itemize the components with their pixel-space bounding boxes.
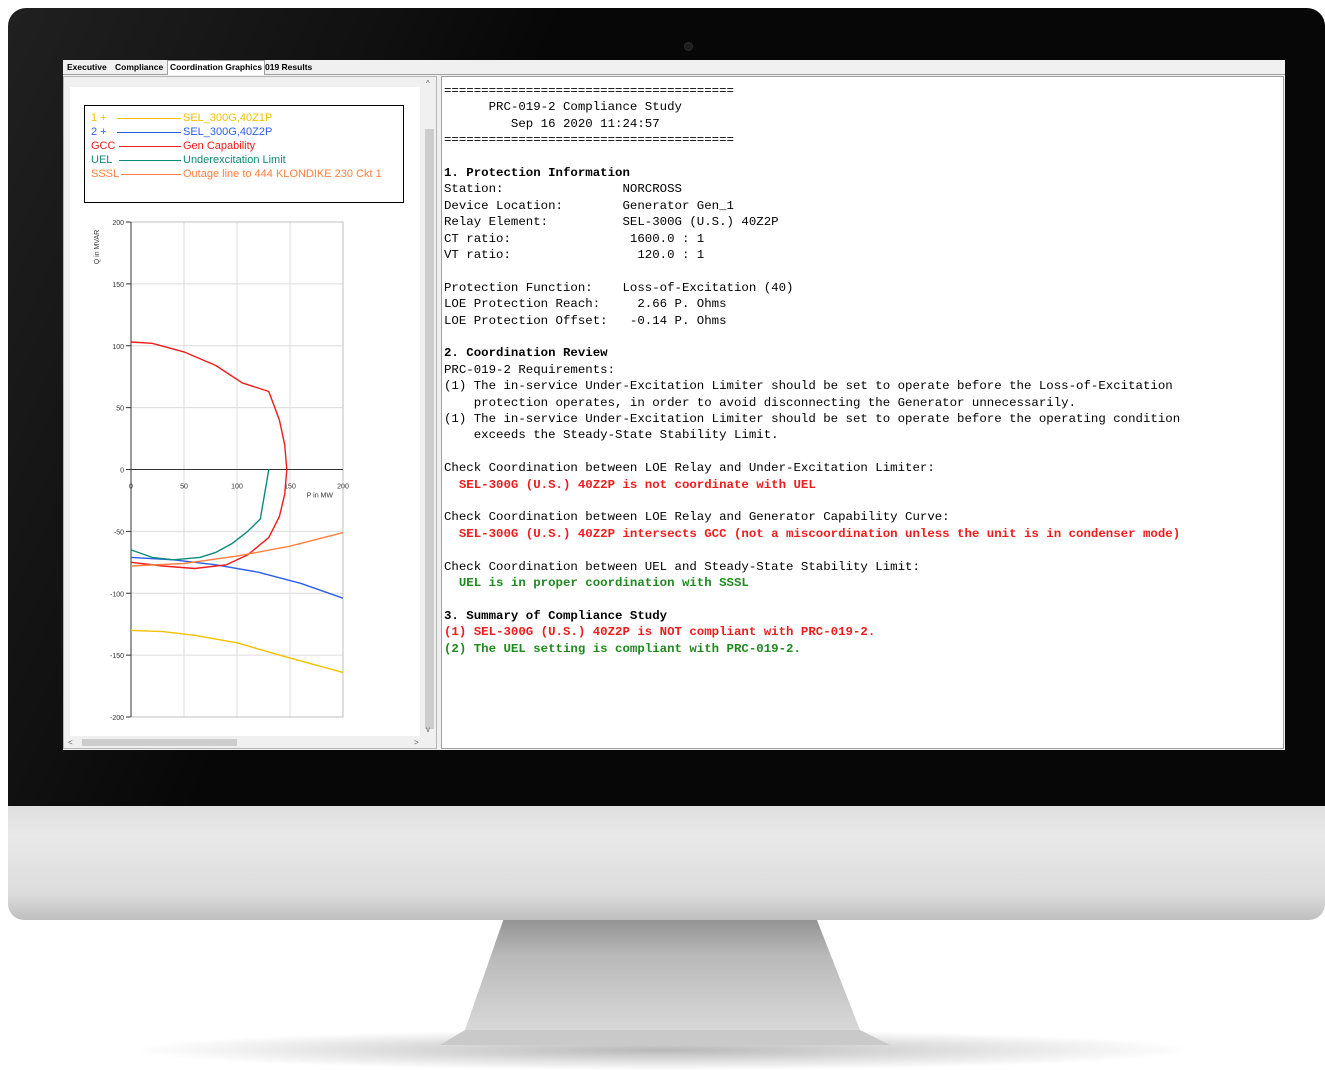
scroll-up-icon[interactable]: ^ (426, 79, 430, 89)
report-line: Sep 16 2020 11:24:57 (444, 116, 660, 131)
report-line: Check Coordination between UEL and Stead… (444, 559, 920, 574)
report-line: Protection Function: Loss-of-Excitation … (444, 280, 794, 295)
report-line: (1) The in-service Under-Excitation Limi… (444, 412, 1181, 426)
horizontal-scroll-thumb[interactable] (82, 739, 237, 746)
report-line: (2) The UEL setting is compliant with PR… (444, 641, 801, 656)
report-line: PRC-019-2 Requirements: (444, 362, 616, 377)
report-line: ======================================= (444, 133, 734, 148)
report-line: ======================================= (444, 84, 734, 98)
report-line: LOE Protection Offset: -0.14 P. Ohms (444, 313, 727, 328)
legend-key: SSSL (91, 168, 120, 180)
app-screen: Executive Compliance Coordination Graphi… (63, 60, 1285, 750)
camera-icon (684, 42, 693, 51)
y-tick-label: 50 (116, 406, 124, 413)
y-axis-label: Q in MVAR (94, 230, 101, 265)
scroll-right-icon[interactable]: > (414, 738, 419, 748)
report-line: Check Coordination between LOE Relay and… (444, 510, 950, 525)
report-line: SEL-300G (U.S.) 40Z2P is not coordinate … (444, 477, 816, 492)
report-line: Check Coordination between LOE Relay and… (444, 461, 935, 476)
tab-coordination-graphics[interactable]: Coordination Graphics (167, 60, 266, 75)
report-line: protection operates, in order to avoid d… (444, 395, 1077, 410)
report-line: SEL-300G (U.S.) 40Z2P intersects GCC (no… (444, 526, 1181, 541)
legend-swatch (117, 118, 181, 119)
report-line: LOE Protection Reach: 2.66 P. Ohms (444, 297, 727, 312)
vertical-scroll-thumb[interactable] (425, 129, 434, 729)
scroll-down-icon[interactable]: v (426, 725, 430, 735)
legend-label: SEL_300G,40Z1P (183, 112, 273, 124)
report-line: (1) SEL-300G (U.S.) 40Z2P is NOT complia… (444, 625, 876, 640)
tab-019-results[interactable]: 019 Results (263, 61, 314, 74)
legend-label: SEL_300G,40Z2P (183, 126, 273, 138)
report-line: 3. Summary of Compliance Study (444, 608, 668, 623)
report-line: Station: NORCROSS (444, 182, 682, 197)
legend-entry: GCC Gen Capability (91, 139, 401, 153)
report-line: 2. Coordination Review (444, 346, 608, 361)
series-uel-line (130, 469, 270, 561)
report-line: PRC-019-2 Compliance Study (444, 100, 682, 115)
legend-key: 1 + (91, 112, 107, 124)
y-tick-label: 100 (112, 344, 124, 351)
x-tick-label: 50 (180, 484, 188, 491)
legend-label: Outage line to 444 KLONDIKE 230 Ckt 1 (183, 168, 382, 180)
tab-compliance[interactable]: Compliance (113, 61, 165, 74)
legend-entry: SSSL Outage line to 444 KLONDIKE 230 Ckt… (91, 167, 401, 181)
y-tick-label: 200 (112, 220, 124, 227)
legend-key: GCC (91, 140, 116, 152)
legend-entry: 1 + SEL_300G,40Z1P (91, 111, 401, 125)
tab-executive[interactable]: Executive (65, 61, 109, 74)
report-line: 1. Protection Information (444, 166, 630, 180)
scroll-left-icon[interactable]: < (68, 738, 73, 748)
y-tick-label: -150 (110, 653, 124, 660)
legend-entry: 2 + SEL_300G,40Z2P (91, 125, 401, 139)
y-tick-label: -200 (110, 715, 124, 722)
legend-swatch (119, 146, 181, 147)
report-line: UEL is in proper coordination with SSSL (444, 576, 749, 590)
legend-swatch (117, 132, 181, 133)
monitor-stand (440, 915, 890, 1045)
report-line: Device Location: Generator Gen_1 (444, 198, 734, 213)
legend-label: Gen Capability (183, 140, 256, 152)
legend-label: Underexcitation Limit (183, 154, 286, 166)
tab-bar: Executive Compliance Coordination Graphi… (63, 60, 1285, 75)
report-line: CT ratio: 1600.0 : 1 (444, 231, 705, 246)
chart-legend: 1 + SEL_300G,40Z1P 2 + SEL_300G,40Z2P GC… (84, 105, 404, 203)
compliance-report: ======================================= … (441, 76, 1284, 749)
legend-key: 2 + (91, 126, 107, 138)
series-gcc-line (130, 341, 288, 570)
report-line: VT ratio: 120.0 : 1 (444, 248, 705, 262)
legend-swatch (121, 174, 181, 175)
legend-entry: UEL Underexcitation Limit (91, 153, 401, 167)
y-tick-label: 150 (112, 282, 124, 289)
y-tick-label: -100 (110, 591, 124, 598)
report-line: exceeds the Steady-State Stability Limit… (444, 428, 779, 443)
y-tick-label: -50 (114, 529, 124, 536)
report-line: Relay Element: SEL-300G (U.S.) 40Z2P (444, 215, 779, 230)
report-line: (1) The in-service Under-Excitation Limi… (444, 379, 1173, 394)
graphics-pane: 1 + SEL_300G,40Z1P 2 + SEL_300G,40Z2P GC… (63, 76, 437, 749)
legend-swatch (119, 160, 181, 161)
y-tick-label: 0 (120, 468, 124, 475)
x-axis-label: P in MW (307, 493, 334, 500)
monitor-chin (8, 790, 1325, 920)
x-tick-label: 100 (231, 484, 243, 491)
pq-chart: 200150100500-50-100-150-200050100150200P… (94, 220, 349, 722)
legend-key: UEL (91, 154, 113, 166)
